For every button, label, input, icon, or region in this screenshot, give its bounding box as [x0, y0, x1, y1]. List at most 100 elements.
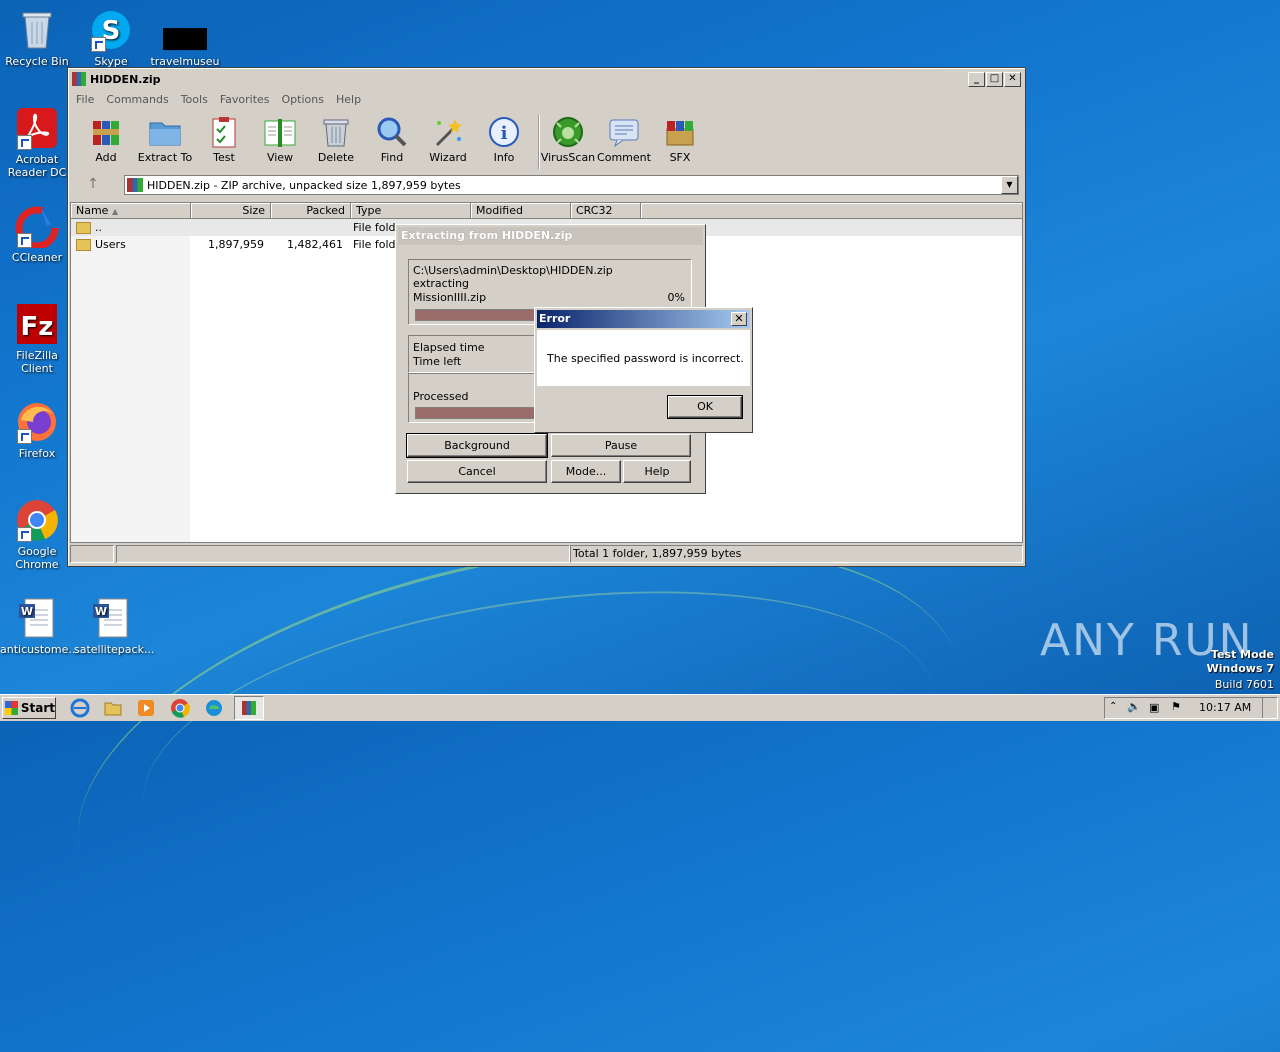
time-left-label: Time left	[413, 355, 462, 368]
virusscan-button[interactable]: VirusScan	[540, 111, 596, 164]
show-desktop-button[interactable]	[1262, 698, 1277, 718]
desktop-icon-filezilla[interactable]: Fz FileZilla Client	[0, 302, 74, 375]
menu-options[interactable]: Options	[276, 93, 330, 106]
winrar-taskbar-icon[interactable]	[234, 696, 264, 720]
find-button[interactable]: Find	[364, 111, 420, 164]
error-dialog: Error ✕ The specified password is incorr…	[534, 307, 753, 433]
address-bar[interactable]: HIDDEN.zip - ZIP archive, unpacked size …	[124, 175, 1019, 195]
test-mode-line3: Build 7601	[1214, 678, 1274, 691]
sort-ascending-icon: ▲	[111, 207, 119, 216]
folder-up-icon	[76, 221, 91, 234]
menu-help[interactable]: Help	[330, 93, 367, 106]
shortcut-arrow-icon	[17, 429, 32, 444]
menu-file[interactable]: File	[70, 93, 100, 106]
view-button[interactable]: View	[252, 111, 308, 164]
filezilla-icon: Fz	[15, 302, 59, 346]
column-header-type[interactable]: Type	[351, 203, 471, 219]
svg-text:W: W	[21, 605, 33, 618]
background-button[interactable]: Background	[406, 433, 548, 458]
menu-bar: File Commands Tools Favorites Options He…	[70, 90, 367, 108]
chrome-icon	[15, 498, 59, 542]
list-header: Name ▲ Size Packed Type Modified CRC32	[71, 203, 1022, 219]
drive-key-icon[interactable]	[70, 545, 114, 563]
mode-button[interactable]: Mode...	[551, 460, 621, 483]
clock[interactable]: 10:17 AM	[1199, 701, 1251, 714]
windows-logo-icon	[5, 701, 18, 715]
window-title: HIDDEN.zip	[90, 72, 161, 86]
maximize-button[interactable]: □	[986, 72, 1003, 87]
view-icon	[263, 115, 297, 149]
ccleaner-icon	[15, 204, 59, 250]
file-explorer-icon[interactable]	[103, 698, 123, 718]
archive-path: C:\Users\admin\Desktop\HIDDEN.zip	[413, 264, 613, 277]
start-button[interactable]: Start	[2, 697, 56, 719]
comment-icon	[607, 115, 641, 149]
ok-button[interactable]: OK	[667, 395, 743, 419]
svg-text:W: W	[95, 605, 107, 618]
desktop-icon-label: CCleaner	[11, 251, 63, 264]
volume-icon[interactable]: 🔈	[1127, 700, 1141, 713]
desktop-icon-travelmuseu[interactable]: travelmuseu	[148, 8, 222, 68]
desktop-icon-skype[interactable]: S Skype	[74, 8, 148, 68]
desktop-icon-label: FileZilla Client	[16, 349, 58, 375]
menu-commands[interactable]: Commands	[100, 93, 174, 106]
minimize-button[interactable]: _	[968, 72, 985, 87]
column-header-packed[interactable]: Packed	[271, 203, 351, 219]
ie-icon[interactable]	[70, 698, 90, 718]
extract-to-button[interactable]: Extract To	[134, 111, 196, 164]
desktop-icon-acrobat[interactable]: Acrobat Reader DC	[0, 106, 74, 179]
svg-text:Fz: Fz	[21, 312, 54, 342]
info-icon: i	[487, 115, 521, 149]
firefox-icon	[15, 400, 59, 444]
delete-button[interactable]: Delete	[308, 111, 364, 164]
processed-label: Processed	[413, 390, 469, 403]
cancel-button[interactable]: Cancel	[407, 460, 547, 483]
wizard-button[interactable]: Wizard	[420, 111, 476, 164]
column-header-modified[interactable]: Modified	[471, 203, 571, 219]
network-icon[interactable]: ▣	[1149, 701, 1159, 714]
chevron-down-icon[interactable]: ▼	[1001, 176, 1018, 194]
desktop-icon-satellitepack[interactable]: W satellitepack...	[74, 596, 155, 656]
test-icon	[207, 115, 241, 149]
up-arrow-icon[interactable]: ↑	[78, 176, 108, 192]
column-header-name[interactable]: Name ▲	[71, 203, 191, 219]
menu-tools[interactable]: Tools	[175, 93, 214, 106]
edge-icon[interactable]	[204, 698, 224, 718]
chrome-taskbar-icon[interactable]	[170, 698, 190, 718]
flag-icon[interactable]: ⚑	[1171, 700, 1181, 713]
column-header-size[interactable]: Size	[191, 203, 271, 219]
desktop-icon-ccleaner[interactable]: CCleaner	[0, 204, 74, 264]
action-text: extracting	[413, 277, 470, 290]
shortcut-arrow-icon	[17, 135, 32, 150]
desktop-icon-firefox[interactable]: Firefox	[0, 400, 74, 460]
winrar-app-icon	[72, 72, 86, 86]
file-thumbnail-icon	[162, 8, 208, 52]
error-dialog-titlebar[interactable]: Error ✕	[537, 310, 750, 328]
sfx-button[interactable]: SFX	[652, 111, 708, 164]
chevron-up-icon[interactable]: ⌃	[1109, 701, 1117, 712]
pause-button[interactable]: Pause	[551, 434, 691, 457]
skype-icon: S	[89, 8, 133, 52]
desktop-icon-anticustome[interactable]: W anticustome...	[0, 596, 79, 656]
desktop-icon-label: Google Chrome	[15, 545, 59, 571]
column-header-crc32[interactable]: CRC32	[571, 203, 641, 219]
close-button[interactable]: ✕	[1004, 72, 1021, 87]
add-button[interactable]: Add	[78, 111, 134, 164]
elapsed-time-label: Elapsed time	[413, 341, 485, 354]
desktop-icon-label: satellitepack...	[74, 643, 155, 656]
close-icon[interactable]: ✕	[731, 312, 747, 326]
desktop-icon-recycle-bin[interactable]: Recycle Bin	[0, 8, 74, 68]
test-button[interactable]: Test	[196, 111, 252, 164]
help-button[interactable]: Help	[623, 460, 691, 483]
address-row: ↑ HIDDEN.zip - ZIP archive, unpacked siz…	[70, 173, 1023, 195]
word-document-icon: W	[89, 596, 133, 640]
delete-icon	[319, 115, 353, 149]
window-titlebar[interactable]: HIDDEN.zip _ □ ✕	[70, 70, 1023, 88]
menu-favorites[interactable]: Favorites	[214, 93, 276, 106]
error-message: The specified password is incorrect.	[547, 352, 744, 365]
toolbar: Add Extract To Test View Delete Find Wiz…	[70, 111, 1023, 171]
info-button[interactable]: i Info	[476, 111, 532, 164]
comment-button[interactable]: Comment	[596, 111, 652, 164]
media-player-icon[interactable]	[136, 698, 156, 718]
desktop-icon-chrome[interactable]: Google Chrome	[0, 498, 74, 571]
